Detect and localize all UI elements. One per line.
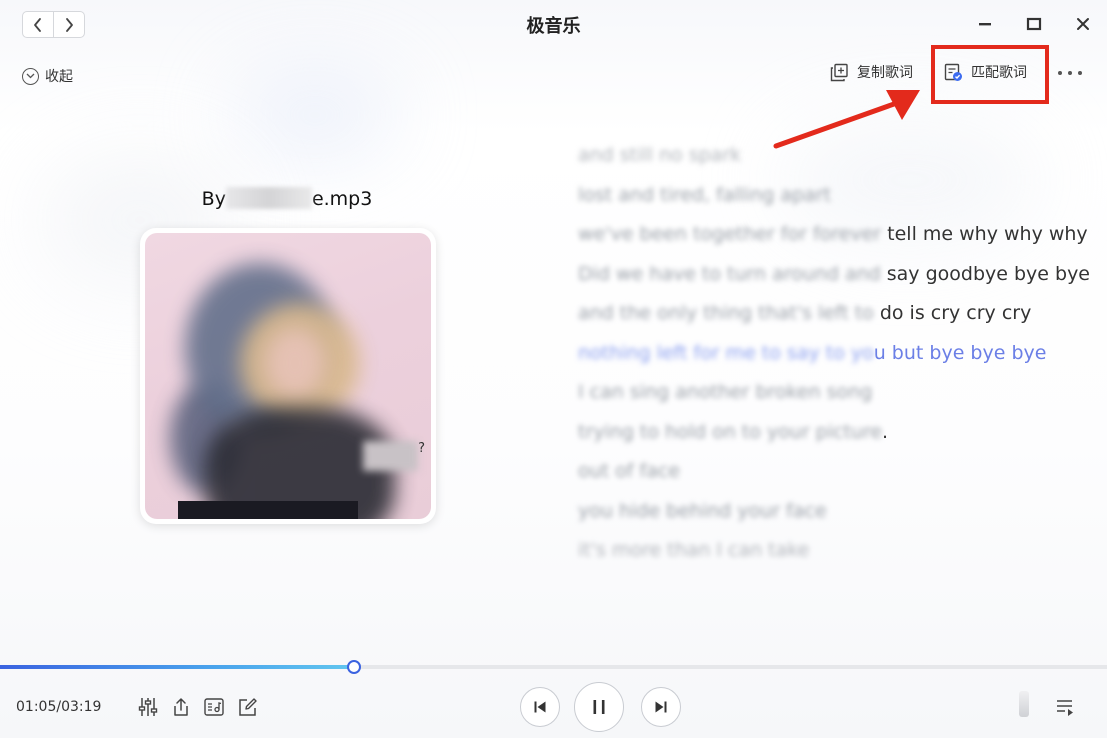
music-player-window: 极音乐 收起 复制歌词 匹配歌词 By e.mp3 ? and still no… — [0, 0, 1107, 738]
playlist-icon — [1057, 700, 1073, 716]
more-icon — [1078, 71, 1082, 75]
match-lyrics-button[interactable]: 匹配歌词 — [944, 62, 1027, 82]
minimize-icon — [979, 23, 991, 26]
lyric-line[interactable]: trying to hold on to your picture. — [578, 421, 1098, 461]
lyric-text-blurred: Did we have to turn around and — [578, 262, 881, 285]
title-bar: 极音乐 — [0, 0, 1107, 48]
redacted-text — [225, 187, 312, 209]
maximize-icon — [1026, 17, 1042, 31]
more-options-button[interactable] — [1058, 63, 1082, 83]
lyric-line[interactable]: and still no spark — [578, 144, 1098, 184]
close-button[interactable] — [1071, 12, 1095, 36]
app-title: 极音乐 — [526, 16, 581, 37]
lyric-text-blurred: nothing left for me to say to yo — [578, 341, 874, 364]
edit-icon — [239, 698, 257, 716]
time-display: 01:05/03:19 — [16, 699, 102, 715]
collapse-label: 收起 — [45, 69, 73, 85]
lyric-text: do is cry cry cry — [873, 302, 1032, 324]
lyric-line[interactable]: it's more than I can take — [578, 539, 1098, 579]
minimize-button[interactable] — [973, 12, 997, 36]
lyric-text: say goodbye bye bye — [880, 262, 1090, 285]
equalizer-icon — [138, 698, 158, 716]
annotation-arrow-icon — [773, 90, 920, 149]
lyric-text-blurred: you hide behind your face — [578, 499, 827, 522]
lyric-text-blurred: out of face — [578, 460, 680, 482]
volume-icon[interactable] — [1019, 691, 1029, 717]
maximize-button[interactable] — [1022, 12, 1046, 36]
lyric-text-blurred: we've been together for forever — [578, 223, 882, 245]
lyric-text-blurred: I can sing another broken song — [578, 381, 873, 403]
lyric-text-blurred: and the only thing that's left to — [578, 302, 874, 324]
lyric-line[interactable]: and the only thing that's left to do is … — [578, 302, 1098, 342]
match-lyrics-label: 匹配歌词 — [971, 65, 1027, 81]
next-track-button[interactable] — [641, 687, 681, 727]
lyric-text-blurred: it's more than I can take — [578, 539, 810, 561]
album-art-image: ? — [145, 233, 431, 519]
next-icon — [655, 701, 667, 713]
equalizer-button[interactable] — [136, 695, 160, 719]
album-cover: ? — [140, 228, 436, 524]
close-icon — [1077, 18, 1089, 30]
lyric-text: u but bye bye bye — [873, 341, 1047, 364]
share-button[interactable] — [169, 695, 193, 719]
share-icon — [174, 698, 188, 716]
lyric-text-blurred: trying to hold on to your picture — [578, 420, 883, 443]
more-icon — [1068, 71, 1072, 75]
lyric-text-blurred: lost and tired, falling apart — [578, 183, 831, 206]
file-name-suffix: e.mp3 — [311, 188, 373, 210]
copy-lyrics-label: 复制歌词 — [857, 65, 913, 81]
lyric-text: tell me why why why — [881, 223, 1088, 245]
lyrics-icon — [204, 698, 224, 716]
player-controls: 01:05/03:19 — [0, 669, 1107, 738]
pause-button[interactable] — [574, 682, 624, 732]
lyric-text: . — [882, 420, 889, 443]
lyric-line[interactable]: Did we have to turn around and say goodb… — [578, 263, 1098, 303]
previous-icon — [534, 701, 546, 713]
copy-lyrics-button[interactable]: 复制歌词 — [830, 62, 913, 82]
lyrics-panel-button[interactable] — [202, 695, 226, 719]
lyric-line[interactable]: I can sing another broken song — [578, 381, 1098, 421]
background-blur — [230, 70, 400, 160]
lyric-line[interactable]: we've been together for forever tell me … — [578, 223, 1098, 263]
file-name-prefix: By — [201, 188, 226, 210]
playlist-button[interactable] — [1054, 696, 1078, 720]
lyric-line-current[interactable]: nothing left for me to say to you but by… — [578, 342, 1098, 382]
lyric-text-blurred: and still no spark — [578, 144, 742, 166]
lyric-line[interactable]: out of face — [578, 460, 1098, 500]
edit-button[interactable] — [236, 695, 260, 719]
chevron-down-circle-icon — [22, 67, 39, 85]
lyric-line[interactable]: lost and tired, falling apart — [578, 184, 1098, 224]
song-file-name: By e.mp3 — [0, 187, 574, 210]
copy-icon — [830, 63, 848, 81]
lyric-line[interactable]: you hide behind your face — [578, 500, 1098, 540]
previous-track-button[interactable] — [520, 687, 560, 727]
more-icon — [1058, 71, 1062, 75]
lyrics-panel: and still no spark lost and tired, fallin… — [578, 144, 1098, 579]
match-lyrics-icon — [944, 63, 962, 81]
collapse-button[interactable]: 收起 — [22, 66, 73, 86]
pause-icon — [593, 700, 605, 714]
